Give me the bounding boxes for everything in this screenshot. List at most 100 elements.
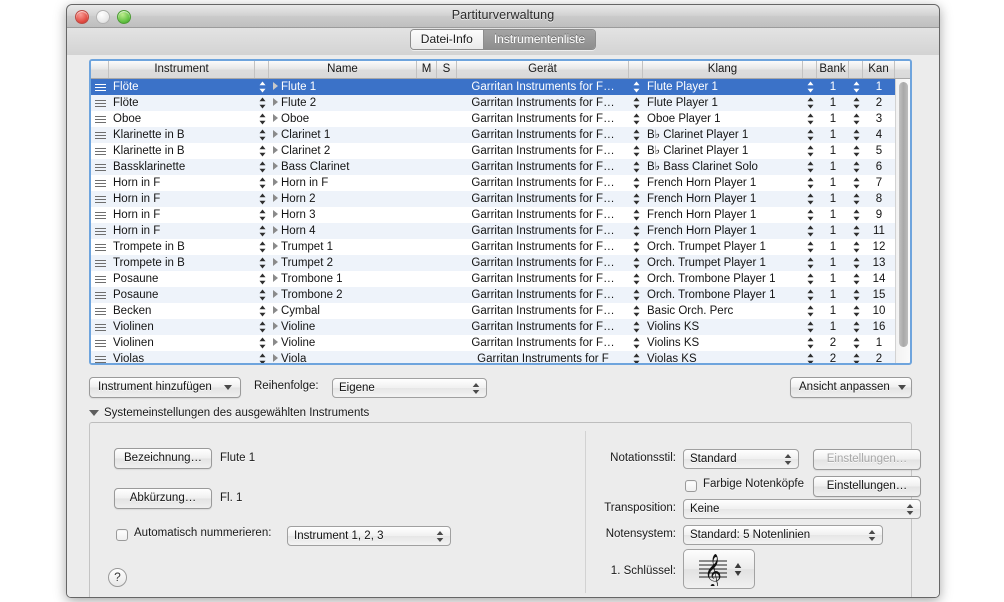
- order-select[interactable]: Eigene: [332, 378, 487, 398]
- cell-s[interactable]: [437, 127, 457, 143]
- cell-klang[interactable]: French Horn Player 1: [643, 175, 803, 191]
- cell-kan[interactable]: 7: [863, 175, 895, 191]
- drag-handle-icon[interactable]: [91, 319, 109, 335]
- cell-bank[interactable]: 1: [817, 239, 849, 255]
- stepper-cell[interactable]: [255, 95, 269, 111]
- cell-bank[interactable]: 1: [817, 143, 849, 159]
- cell-instrument[interactable]: Flöte: [109, 79, 255, 95]
- drag-handle-icon[interactable]: [91, 351, 109, 363]
- cell-geraet[interactable]: Garritan Instruments for F…: [457, 287, 629, 303]
- stepper-cell[interactable]: [629, 239, 643, 255]
- cell-name[interactable]: Flute 2: [269, 95, 417, 111]
- cell-instrument[interactable]: Violinen: [109, 319, 255, 335]
- cell-klang[interactable]: Orch. Trombone Player 1: [643, 271, 803, 287]
- abkuerzung-button[interactable]: Abkürzung…: [114, 488, 212, 509]
- stepper-cell[interactable]: [629, 255, 643, 271]
- stepper-cell[interactable]: [629, 111, 643, 127]
- stepper-cell[interactable]: [255, 287, 269, 303]
- table-row[interactable]: Klarinette in B Clarinet 2 Garritan Instru…: [91, 143, 910, 159]
- cell-instrument[interactable]: Trompete in B: [109, 239, 255, 255]
- cell-instrument[interactable]: Klarinette in B: [109, 143, 255, 159]
- drag-handle-icon[interactable]: [91, 271, 109, 287]
- updown-stepper[interactable]: [803, 129, 817, 141]
- disclosure-triangle-icon[interactable]: [273, 209, 278, 218]
- cell-m[interactable]: [417, 95, 437, 111]
- updown-stepper[interactable]: [255, 81, 269, 93]
- disclosure-triangle-icon[interactable]: [273, 81, 278, 90]
- updown-stepper[interactable]: [849, 321, 863, 333]
- cell-instrument[interactable]: Oboe: [109, 111, 255, 127]
- column-header-step2[interactable]: [629, 61, 643, 78]
- cell-bank[interactable]: 1: [817, 127, 849, 143]
- cell-kan[interactable]: 3: [863, 111, 895, 127]
- column-header-step3[interactable]: [803, 61, 817, 78]
- updown-stepper[interactable]: [803, 177, 817, 189]
- stepper-cell[interactable]: [255, 223, 269, 239]
- cell-kan[interactable]: 1: [863, 335, 895, 351]
- stepper-cell[interactable]: [849, 95, 863, 111]
- cell-m[interactable]: [417, 127, 437, 143]
- cell-instrument[interactable]: Horn in F: [109, 207, 255, 223]
- updown-stepper[interactable]: [803, 161, 817, 173]
- cell-m[interactable]: [417, 79, 437, 95]
- column-header-klang[interactable]: Klang: [643, 61, 803, 78]
- stepper-cell[interactable]: [803, 143, 817, 159]
- updown-stepper[interactable]: [255, 321, 269, 333]
- stepper-cell[interactable]: [849, 175, 863, 191]
- system-settings-disclosure[interactable]: Systemeinstellungen des ausgewählten Ins…: [89, 407, 369, 419]
- cell-m[interactable]: [417, 335, 437, 351]
- cell-m[interactable]: [417, 255, 437, 271]
- tab-instrumentenliste[interactable]: Instrumentenliste: [483, 30, 596, 49]
- disclosure-triangle-icon[interactable]: [273, 97, 278, 106]
- cell-geraet[interactable]: Garritan Instruments for F…: [457, 319, 629, 335]
- cell-name[interactable]: Cymbal: [269, 303, 417, 319]
- cell-klang[interactable]: Basic Orch. Perc: [643, 303, 803, 319]
- cell-s[interactable]: [437, 303, 457, 319]
- cell-kan[interactable]: 9: [863, 207, 895, 223]
- cell-klang[interactable]: Orch. Trombone Player 1: [643, 287, 803, 303]
- stepper-cell[interactable]: [255, 303, 269, 319]
- disclosure-triangle-icon[interactable]: [273, 113, 278, 122]
- drag-handle-icon[interactable]: [91, 127, 109, 143]
- cell-name[interactable]: Clarinet 2: [269, 143, 417, 159]
- cell-s[interactable]: [437, 223, 457, 239]
- updown-stepper[interactable]: [629, 289, 643, 301]
- updown-stepper[interactable]: [849, 273, 863, 285]
- table-row[interactable]: Horn in F Horn 3 Garritan Instruments for …: [91, 207, 910, 223]
- stepper-cell[interactable]: [849, 335, 863, 351]
- cell-kan[interactable]: 8: [863, 191, 895, 207]
- updown-stepper[interactable]: [849, 353, 863, 363]
- stepper-cell[interactable]: [255, 335, 269, 351]
- table-row[interactable]: Flöte Flute 1 Garritan Instruments for F… F…: [91, 79, 910, 95]
- updown-stepper[interactable]: [849, 257, 863, 269]
- cell-m[interactable]: [417, 287, 437, 303]
- updown-stepper[interactable]: [629, 241, 643, 253]
- disclosure-triangle-icon[interactable]: [273, 161, 278, 170]
- cell-name[interactable]: Bass Clarinet: [269, 159, 417, 175]
- cell-s[interactable]: [437, 143, 457, 159]
- cell-instrument[interactable]: Horn in F: [109, 191, 255, 207]
- stepper-cell[interactable]: [849, 159, 863, 175]
- cell-bank[interactable]: 1: [817, 175, 849, 191]
- stepper-cell[interactable]: [803, 287, 817, 303]
- clef-stepper[interactable]: 𝄞: [683, 549, 755, 589]
- bezeichnung-button[interactable]: Bezeichnung…: [114, 448, 212, 469]
- cell-geraet[interactable]: Garritan Instruments for F…: [457, 127, 629, 143]
- table-row[interactable]: Bassklarinette Bass Clarinet Garritan Inst…: [91, 159, 910, 175]
- cell-name[interactable]: Horn 4: [269, 223, 417, 239]
- updown-stepper[interactable]: [803, 81, 817, 93]
- cell-instrument[interactable]: Horn in F: [109, 223, 255, 239]
- cell-s[interactable]: [437, 191, 457, 207]
- stepper-cell[interactable]: [629, 79, 643, 95]
- updown-stepper[interactable]: [629, 129, 643, 141]
- cell-klang[interactable]: Violins KS: [643, 319, 803, 335]
- updown-stepper[interactable]: [849, 129, 863, 141]
- cell-kan[interactable]: 10: [863, 303, 895, 319]
- stepper-cell[interactable]: [803, 319, 817, 335]
- stepper-cell[interactable]: [849, 111, 863, 127]
- cell-name[interactable]: Horn 2: [269, 191, 417, 207]
- cell-bank[interactable]: 1: [817, 207, 849, 223]
- stepper-cell[interactable]: [629, 335, 643, 351]
- stepper-cell[interactable]: [803, 111, 817, 127]
- table-row[interactable]: Posaune Trombone 2 Garritan Instruments fo…: [91, 287, 910, 303]
